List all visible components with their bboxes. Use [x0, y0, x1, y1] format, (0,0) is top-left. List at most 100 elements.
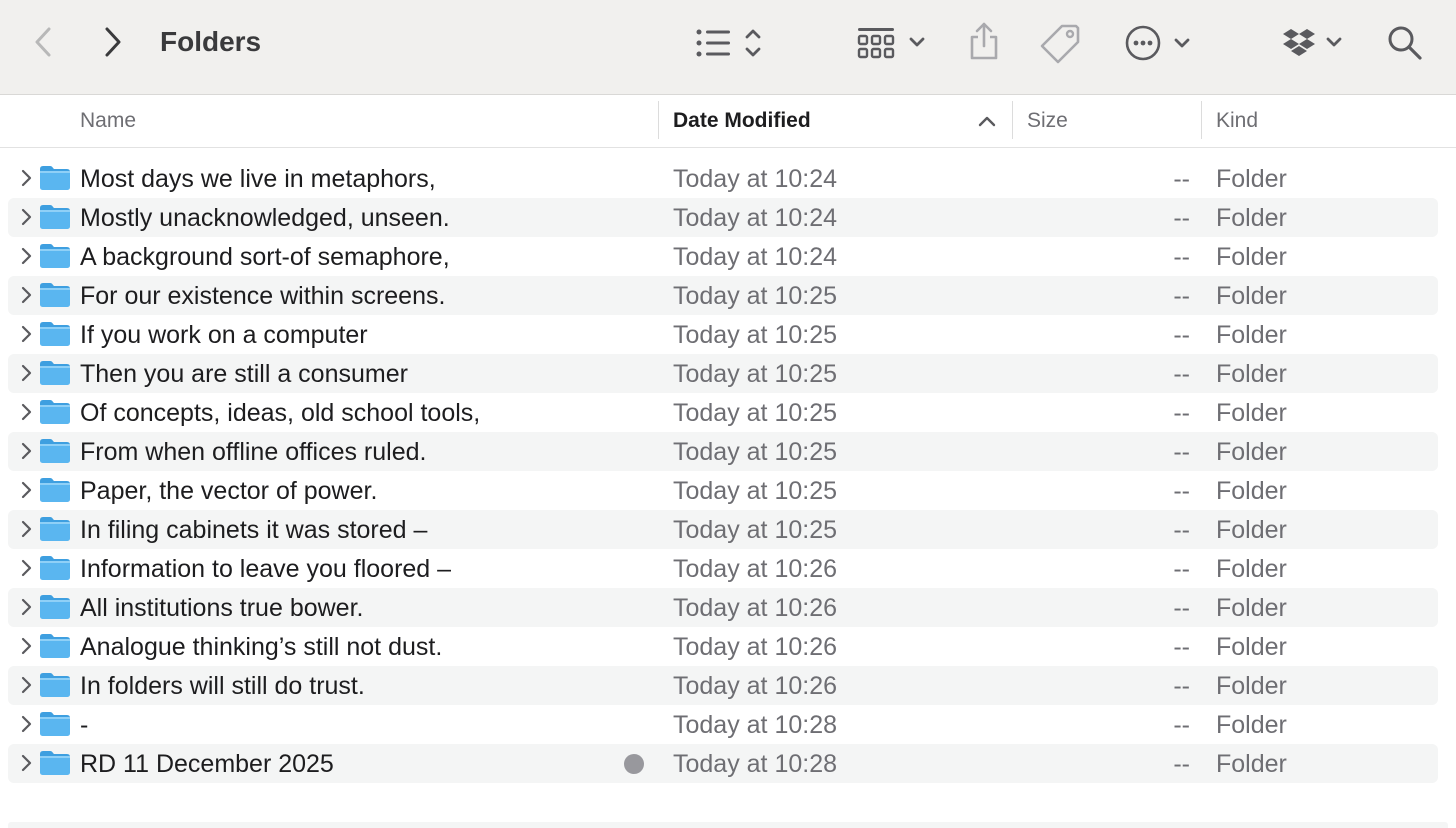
table-row[interactable]: If you work on a computer Today at 10:25…	[8, 315, 1438, 354]
date-modified: Today at 10:26	[673, 594, 838, 622]
disclosure-chevron-icon[interactable]	[18, 169, 34, 187]
file-name: In folders will still do trust.	[80, 672, 365, 700]
table-row[interactable]: Then you are still a consumer Today at 1…	[8, 354, 1438, 393]
disclosure-chevron-icon[interactable]	[18, 364, 34, 382]
file-kind: Folder	[1216, 633, 1287, 661]
table-row[interactable]: In filing cabinets it was stored – Today…	[8, 510, 1438, 549]
folder-icon	[39, 555, 71, 581]
date-modified: Today at 10:24	[673, 243, 838, 271]
color-tag-dot	[624, 754, 644, 774]
disclosure-chevron-icon[interactable]	[18, 403, 34, 421]
grid-group-icon[interactable]	[856, 24, 928, 62]
file-kind: Folder	[1216, 672, 1287, 700]
disclosure-chevron-icon[interactable]	[18, 559, 34, 577]
date-modified: Today at 10:25	[673, 477, 838, 505]
file-kind: Folder	[1216, 477, 1287, 505]
file-kind: Folder	[1216, 204, 1287, 232]
file-name: In filing cabinets it was stored –	[80, 516, 428, 544]
file-size: --	[1173, 438, 1190, 466]
file-name: Paper, the vector of power.	[80, 477, 378, 505]
column-header-kind[interactable]: Kind	[1216, 109, 1258, 133]
file-size: --	[1173, 360, 1190, 388]
chevron-left-icon[interactable]	[28, 24, 58, 60]
folder-icon	[39, 399, 71, 425]
search-icon[interactable]	[1386, 24, 1424, 62]
file-size: --	[1173, 243, 1190, 271]
table-row[interactable]: From when offline offices ruled. Today a…	[8, 432, 1438, 471]
list-footer	[8, 822, 1448, 828]
file-name: Analogue thinking’s still not dust.	[80, 633, 443, 661]
tag-icon[interactable]	[1040, 22, 1082, 64]
list-view-icon[interactable]	[694, 24, 768, 62]
disclosure-chevron-icon[interactable]	[18, 520, 34, 538]
disclosure-chevron-icon[interactable]	[18, 442, 34, 460]
table-row[interactable]: Paper, the vector of power. Today at 10:…	[8, 471, 1438, 510]
folder-icon	[39, 477, 71, 503]
share-icon[interactable]	[966, 20, 1002, 62]
table-row[interactable]: In folders will still do trust. Today at…	[8, 666, 1438, 705]
file-kind: Folder	[1216, 165, 1287, 193]
ellipsis-circle-icon[interactable]	[1124, 22, 1194, 64]
date-modified: Today at 10:28	[673, 750, 838, 778]
disclosure-chevron-icon[interactable]	[18, 325, 34, 343]
file-kind: Folder	[1216, 516, 1287, 544]
table-row[interactable]: A background sort-of semaphore, Today at…	[8, 237, 1438, 276]
table-row[interactable]: - Today at 10:28 -- Folder	[8, 705, 1438, 744]
file-size: --	[1173, 282, 1190, 310]
column-divider[interactable]	[1012, 101, 1013, 139]
file-name: RD 11 December 2025	[80, 750, 334, 778]
file-size: --	[1173, 672, 1190, 700]
disclosure-chevron-icon[interactable]	[18, 715, 34, 733]
disclosure-chevron-icon[interactable]	[18, 286, 34, 304]
date-modified: Today at 10:25	[673, 438, 838, 466]
dropbox-icon[interactable]	[1282, 24, 1346, 62]
disclosure-chevron-icon[interactable]	[18, 598, 34, 616]
file-size: --	[1173, 594, 1190, 622]
disclosure-chevron-icon[interactable]	[18, 676, 34, 694]
table-row[interactable]: Most days we live in metaphors, Today at…	[8, 159, 1438, 198]
chevron-right-icon[interactable]	[98, 24, 128, 60]
window-title: Folders	[160, 26, 262, 57]
sort-ascending-chevron-icon[interactable]	[976, 111, 998, 131]
table-row[interactable]: RD 11 December 2025 Today at 10:28 -- Fo…	[8, 744, 1438, 783]
column-header-name[interactable]: Name	[80, 109, 136, 133]
disclosure-chevron-icon[interactable]	[18, 637, 34, 655]
file-name: Information to leave you floored –	[80, 555, 452, 583]
disclosure-chevron-icon[interactable]	[18, 754, 34, 772]
column-header-size[interactable]: Size	[1027, 109, 1068, 133]
file-kind: Folder	[1216, 711, 1287, 739]
table-row[interactable]: Mostly unacknowledged, unseen. Today at …	[8, 198, 1438, 237]
column-divider[interactable]	[658, 101, 659, 139]
table-row[interactable]: For our existence within screens. Today …	[8, 276, 1438, 315]
folder-icon	[39, 360, 71, 386]
folder-icon	[39, 243, 71, 269]
file-kind: Folder	[1216, 243, 1287, 271]
table-row[interactable]: Information to leave you floored – Today…	[8, 549, 1438, 588]
file-name: From when offline offices ruled.	[80, 438, 427, 466]
date-modified: Today at 10:25	[673, 360, 838, 388]
file-list: Most days we live in metaphors, Today at…	[0, 159, 1456, 783]
file-size: --	[1173, 204, 1190, 232]
file-name: A background sort-of semaphore,	[80, 243, 450, 271]
file-kind: Folder	[1216, 438, 1287, 466]
table-row[interactable]: Of concepts, ideas, old school tools, To…	[8, 393, 1438, 432]
file-kind: Folder	[1216, 399, 1287, 427]
date-modified: Today at 10:26	[673, 555, 838, 583]
file-size: --	[1173, 711, 1190, 739]
table-row[interactable]: Analogue thinking’s still not dust. Toda…	[8, 627, 1438, 666]
file-size: --	[1173, 399, 1190, 427]
folder-icon	[39, 672, 71, 698]
column-divider[interactable]	[1201, 101, 1202, 139]
file-size: --	[1173, 165, 1190, 193]
date-modified: Today at 10:25	[673, 321, 838, 349]
disclosure-chevron-icon[interactable]	[18, 481, 34, 499]
column-header-date-modified[interactable]: Date Modified	[673, 109, 811, 133]
disclosure-chevron-icon[interactable]	[18, 247, 34, 265]
file-kind: Folder	[1216, 321, 1287, 349]
file-name: -	[80, 711, 89, 739]
file-name: Of concepts, ideas, old school tools,	[80, 399, 481, 427]
disclosure-chevron-icon[interactable]	[18, 208, 34, 226]
date-modified: Today at 10:25	[673, 282, 838, 310]
table-row[interactable]: All institutions true bower. Today at 10…	[8, 588, 1438, 627]
date-modified: Today at 10:24	[673, 204, 838, 232]
